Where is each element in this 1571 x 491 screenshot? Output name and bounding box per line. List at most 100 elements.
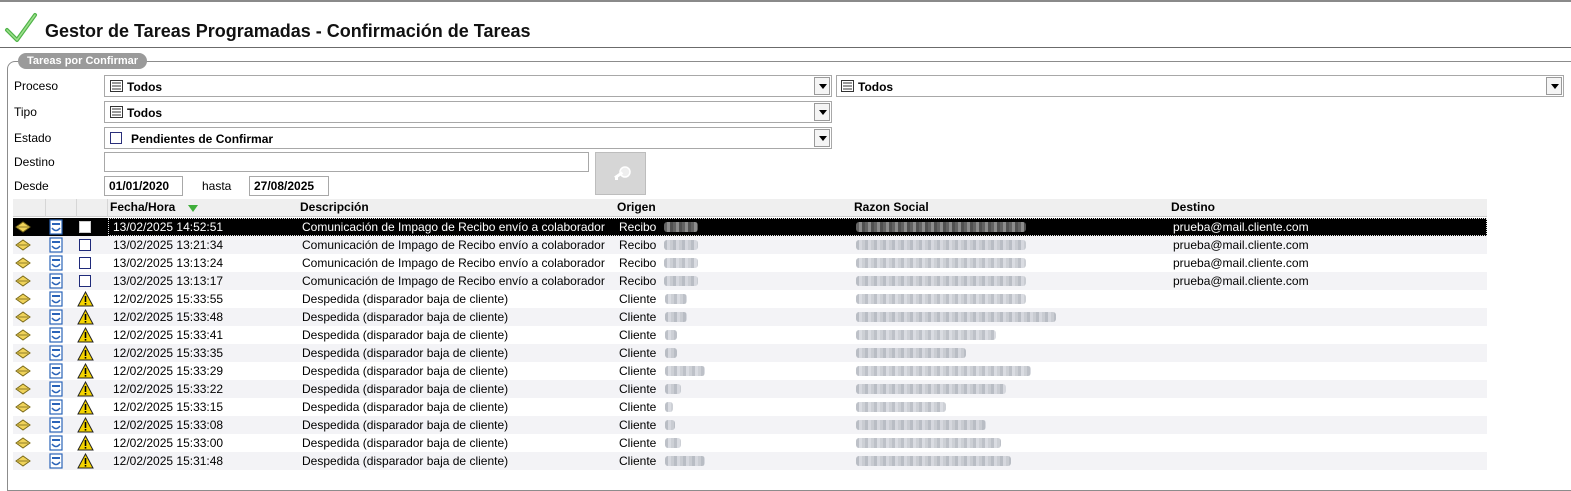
cell-fecha: 12/02/2025 15:33:00	[113, 436, 224, 450]
document-icon[interactable]	[48, 291, 64, 307]
cell-destino: prueba@mail.cliente.com	[1173, 220, 1309, 234]
table-row[interactable]: 13/02/2025 13:13:17 Comunicación de Impag…	[13, 272, 1487, 290]
tipo-select[interactable]: Todos	[104, 101, 832, 123]
cell-descripcion: Despedida (disparador baja de cliente)	[302, 310, 509, 324]
table-row[interactable]: 12/02/2025 15:33:55 Despedida (disparador…	[13, 290, 1487, 308]
cell-fecha: 12/02/2025 15:33:35	[113, 346, 224, 360]
cell-descripcion: Despedida (disparador baja de cliente)	[302, 364, 509, 378]
document-icon[interactable]	[48, 381, 64, 397]
envelope-icon[interactable]	[15, 257, 31, 269]
envelope-icon[interactable]	[15, 329, 31, 341]
redacted-origen-id	[664, 276, 698, 286]
table-row[interactable]: 12/02/2025 15:33:15 Despedida (disparador…	[13, 398, 1487, 416]
table-row[interactable]: 12/02/2025 15:33:08 Despedida (disparador…	[13, 416, 1487, 434]
table-row[interactable]: 12/02/2025 15:33:00 Despedida (disparador…	[13, 434, 1487, 452]
document-icon[interactable]	[48, 345, 64, 361]
row-checkbox[interactable]	[79, 275, 91, 287]
envelope-icon[interactable]	[15, 401, 31, 413]
sort-descending-icon	[188, 205, 198, 212]
envelope-icon[interactable]	[15, 293, 31, 305]
table-row[interactable]: 12/02/2025 15:33:29 Despedida (disparador…	[13, 362, 1487, 380]
destino-input[interactable]	[104, 152, 589, 172]
table-row[interactable]: 12/02/2025 15:31:48 Despedida (disparador…	[13, 452, 1487, 470]
warning-icon	[77, 291, 94, 307]
cell-origen: Recibo	[619, 238, 657, 252]
envelope-icon[interactable]	[15, 239, 31, 251]
estado-label: Estado	[14, 131, 52, 145]
table-row[interactable]: 12/02/2025 15:33:35 Despedida (disparador…	[13, 344, 1487, 362]
envelope-icon[interactable]	[15, 347, 31, 359]
envelope-icon[interactable]	[15, 455, 31, 467]
header: Gestor de Tareas Programadas - Confirmac…	[0, 8, 1571, 50]
cell-origen: Recibo	[619, 220, 657, 234]
redacted-razon-social	[856, 456, 1011, 466]
list-icon	[110, 80, 123, 92]
document-icon[interactable]	[48, 327, 64, 343]
proceso-label: Proceso	[14, 79, 59, 93]
search-button[interactable]	[595, 152, 646, 195]
column-header-destino[interactable]: Destino	[1171, 200, 1215, 214]
table-row[interactable]: 13/02/2025 13:21:34 Comunicación de Impag…	[13, 236, 1487, 254]
desde-label: Desde	[14, 179, 49, 193]
desde-date-input[interactable]	[104, 176, 183, 196]
redacted-origen-id	[665, 312, 687, 322]
column-header-razon-social[interactable]: Razon Social	[854, 200, 929, 214]
cell-destino: prueba@mail.cliente.com	[1173, 256, 1309, 270]
envelope-icon[interactable]	[15, 437, 31, 449]
warning-icon	[77, 399, 94, 415]
document-icon[interactable]	[48, 237, 64, 253]
document-icon[interactable]	[48, 273, 64, 289]
table-row[interactable]: 12/02/2025 15:33:22 Despedida (disparador…	[13, 380, 1487, 398]
column-header-fecha[interactable]: Fecha/Hora	[110, 200, 175, 214]
document-icon[interactable]	[48, 309, 64, 325]
document-icon[interactable]	[48, 453, 64, 469]
document-icon[interactable]	[48, 399, 64, 415]
redacted-origen-id	[664, 258, 698, 268]
proceso-select[interactable]: Todos	[104, 75, 832, 97]
envelope-icon[interactable]	[15, 311, 31, 323]
envelope-icon[interactable]	[15, 383, 31, 395]
cell-descripcion: Despedida (disparador baja de cliente)	[302, 418, 509, 432]
proceso-secondary-select[interactable]: Todos	[836, 75, 1564, 97]
estado-select[interactable]: Pendientes de Confirmar	[104, 127, 832, 149]
redacted-origen-id	[665, 330, 677, 340]
cell-fecha: 13/02/2025 13:21:34	[113, 238, 224, 252]
table-row[interactable]: 13/02/2025 13:13:24 Comunicación de Impag…	[13, 254, 1487, 272]
redacted-origen-id	[664, 240, 698, 250]
row-checkbox[interactable]	[79, 257, 91, 269]
table-row[interactable]: 12/02/2025 15:33:41 Despedida (disparador…	[13, 326, 1487, 344]
tasks-grid: Fecha/Hora Descripción Origen Razon Soci…	[13, 199, 1571, 471]
hasta-label: hasta	[202, 179, 232, 193]
chevron-down-icon[interactable]	[814, 129, 830, 147]
row-checkbox[interactable]	[79, 239, 91, 251]
chevron-down-icon[interactable]	[814, 77, 830, 95]
document-icon[interactable]	[48, 219, 64, 235]
envelope-icon[interactable]	[15, 419, 31, 431]
redacted-razon-social	[856, 366, 1031, 376]
warning-icon	[77, 363, 94, 379]
envelope-icon[interactable]	[15, 365, 31, 377]
envelope-icon[interactable]	[15, 221, 31, 233]
cell-descripcion: Despedida (disparador baja de cliente)	[302, 400, 509, 414]
column-header-origen[interactable]: Origen	[617, 200, 656, 214]
chevron-down-icon[interactable]	[1546, 77, 1562, 95]
document-icon[interactable]	[48, 363, 64, 379]
cell-origen: Cliente	[619, 454, 657, 468]
chevron-down-icon[interactable]	[814, 103, 830, 121]
redacted-origen-id	[665, 366, 705, 376]
redacted-razon-social	[856, 402, 946, 412]
cell-fecha: 13/02/2025 13:13:24	[113, 256, 224, 270]
column-header-descripcion[interactable]: Descripción	[300, 200, 369, 214]
table-row[interactable]: 12/02/2025 15:33:48 Despedida (disparador…	[13, 308, 1487, 326]
cell-descripcion: Despedida (disparador baja de cliente)	[302, 436, 509, 450]
document-icon[interactable]	[48, 435, 64, 451]
hasta-date-input[interactable]	[249, 176, 329, 196]
cell-descripcion: Despedida (disparador baja de cliente)	[302, 328, 509, 342]
row-checkbox[interactable]	[79, 221, 91, 233]
table-row[interactable]: 13/02/2025 14:52:51 Comunicación de Impag…	[13, 218, 1487, 236]
document-icon[interactable]	[48, 255, 64, 271]
envelope-icon[interactable]	[15, 275, 31, 287]
document-icon[interactable]	[48, 417, 64, 433]
redacted-razon-social	[856, 330, 996, 340]
list-icon	[841, 80, 854, 92]
